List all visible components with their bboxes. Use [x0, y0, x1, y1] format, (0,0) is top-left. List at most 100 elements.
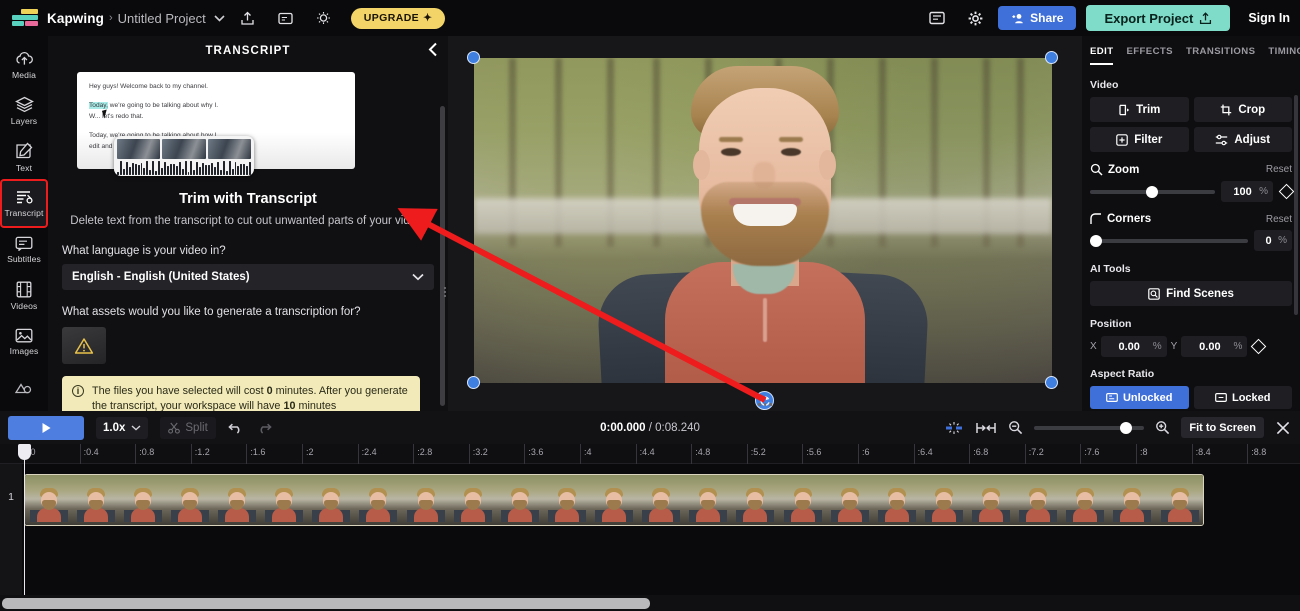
brand-name[interactable]: Kapwing	[47, 11, 104, 26]
fit-to-screen-button[interactable]: Fit to Screen	[1181, 417, 1264, 438]
corners-slider[interactable]	[1090, 234, 1248, 247]
time-separator: /	[645, 421, 656, 434]
language-select[interactable]: English - English (United States)	[62, 264, 434, 290]
sidebar-item-label: Text	[15, 162, 33, 173]
resize-handle-bottom-left[interactable]	[467, 376, 480, 389]
chevron-down-icon[interactable]	[214, 14, 225, 22]
tab-effects[interactable]: EFFECTS	[1126, 46, 1173, 65]
horizontal-scrollbar-area[interactable]	[0, 595, 1300, 611]
ruler-tick-label: :7.6	[1084, 447, 1100, 457]
chevron-left-icon[interactable]	[428, 42, 438, 57]
zoom-slider-knob[interactable]	[1146, 185, 1159, 198]
trim-icon	[1118, 104, 1130, 116]
tab-edit[interactable]: EDIT	[1090, 46, 1114, 65]
clip-thumbnail	[119, 475, 167, 525]
zoom-reset-link[interactable]: Reset	[1266, 164, 1292, 175]
chevron-down-icon	[131, 424, 141, 431]
ruler-tick-label: :7.2	[1028, 447, 1044, 457]
find-scenes-button[interactable]: Find Scenes	[1090, 281, 1292, 306]
tab-timing[interactable]: TIMING	[1268, 46, 1300, 65]
play-icon	[39, 421, 53, 435]
zoom-value-field[interactable]: 100 %	[1221, 181, 1273, 202]
timeline-zoom-slider[interactable]	[1034, 421, 1145, 434]
diamond-keyframe-icon[interactable]	[1278, 183, 1295, 200]
inspector-scrollbar[interactable]	[1294, 95, 1298, 315]
lightbulb-icon[interactable]	[309, 5, 339, 31]
comments-panel-icon[interactable]	[922, 5, 952, 31]
filter-button[interactable]: Filter	[1090, 127, 1189, 152]
comment-icon[interactable]	[271, 5, 301, 31]
timeline-tracks-area[interactable]: 1	[0, 464, 1300, 595]
tab-transitions[interactable]: TRANSITIONS	[1186, 46, 1255, 65]
sidebar-item-text[interactable]: Text	[1, 134, 47, 180]
undo-icon[interactable]	[228, 422, 244, 434]
share-button[interactable]: Share	[998, 6, 1077, 30]
resize-handle-top-left[interactable]	[467, 51, 480, 64]
video-preview[interactable]	[474, 58, 1052, 383]
gear-icon[interactable]	[960, 5, 990, 31]
asset-thumbnail[interactable]	[62, 327, 106, 364]
sidebar-item-layers[interactable]: Layers	[1, 88, 47, 134]
notice-text-post: minutes	[295, 400, 337, 411]
share-out-icon[interactable]	[233, 5, 263, 31]
adjust-button[interactable]: Adjust	[1193, 127, 1292, 152]
transcript-icon	[15, 189, 34, 205]
corners-slider-knob[interactable]	[1090, 234, 1102, 247]
resize-handle-bottom-right[interactable]	[1045, 376, 1058, 389]
stage-drag-grip[interactable]	[758, 403, 772, 406]
zoom-slider[interactable]	[1090, 185, 1215, 198]
resize-handle-top-right[interactable]	[1045, 51, 1058, 64]
export-project-button[interactable]: Export Project	[1086, 5, 1231, 31]
redo-icon[interactable]	[256, 422, 272, 434]
video-canvas-stage[interactable]	[448, 36, 1082, 411]
upgrade-button[interactable]: UPGRADE ✦	[350, 7, 446, 29]
ruler-tick: :2.8	[413, 444, 432, 464]
rotate-handle-icon[interactable]	[755, 391, 774, 410]
zoom-value: 100	[1233, 185, 1252, 198]
fit-range-icon[interactable]	[975, 421, 997, 435]
playhead-handle[interactable]	[18, 444, 31, 460]
sign-in-button[interactable]: Sign In	[1248, 11, 1290, 25]
diamond-keyframe-icon[interactable]	[1251, 338, 1267, 355]
timeline-zoom-knob[interactable]	[1120, 421, 1133, 434]
aspect-unlocked-button[interactable]: Unlocked	[1090, 386, 1189, 409]
illustration-line: Hey guys! Welcome back to my channel.	[89, 83, 208, 90]
position-x-field[interactable]: 0.00 %	[1100, 336, 1167, 357]
timeline-ruler[interactable]: :0:0.4:0.8:1.2:1.6:2:2.4:2.8:3.2:3.6:4:4…	[0, 444, 1300, 464]
corners-value-field[interactable]: 0 %	[1254, 230, 1292, 251]
ruler-tick: :2	[302, 444, 314, 464]
horizontal-scrollbar-thumb[interactable]	[2, 598, 650, 609]
zoom-in-icon[interactable]	[1155, 420, 1170, 435]
close-icon[interactable]	[1275, 420, 1291, 436]
trim-button[interactable]: Trim	[1090, 97, 1189, 122]
position-y-field[interactable]: 0.00 %	[1181, 336, 1248, 357]
corners-reset-link[interactable]: Reset	[1266, 214, 1292, 225]
video-clip[interactable]	[24, 474, 1204, 526]
project-name[interactable]: Untitled Project	[118, 11, 206, 26]
position-y-value: 0.00	[1199, 340, 1221, 353]
sidebar-item-videos[interactable]: Videos	[1, 273, 47, 319]
corner-icon	[1090, 213, 1102, 225]
aspect-locked-button[interactable]: Locked	[1193, 386, 1292, 409]
split-button[interactable]: Split	[160, 416, 216, 439]
illustration-clip-preview	[114, 136, 254, 176]
corners-value: 0	[1265, 234, 1272, 247]
zoom-unit: %	[1259, 186, 1268, 197]
playback-speed-select[interactable]: 1.0x	[96, 416, 149, 439]
transcript-panel-scrollbar[interactable]	[440, 106, 445, 406]
sidebar-item-shapes[interactable]	[1, 365, 47, 411]
ruler-tick: :7.6	[1080, 444, 1099, 464]
sidebar-item-subtitles[interactable]: Subtitles	[1, 227, 47, 273]
play-button[interactable]	[8, 415, 84, 440]
crop-button[interactable]: Crop	[1193, 97, 1292, 122]
clip-thumbnail	[449, 475, 497, 525]
zoom-out-icon[interactable]	[1008, 420, 1023, 435]
sidebar-item-transcript[interactable]: Transcript	[0, 179, 48, 228]
ruler-tick-label: :6	[862, 447, 870, 457]
clip-thumbnail	[967, 475, 1015, 525]
kapwing-logo-icon[interactable]	[12, 9, 38, 27]
magnet-snap-icon[interactable]	[944, 420, 964, 436]
sidebar-item-images[interactable]: Images	[1, 319, 47, 365]
sidebar-item-media[interactable]: Media	[1, 42, 47, 88]
trim-label: Trim	[1136, 103, 1161, 116]
